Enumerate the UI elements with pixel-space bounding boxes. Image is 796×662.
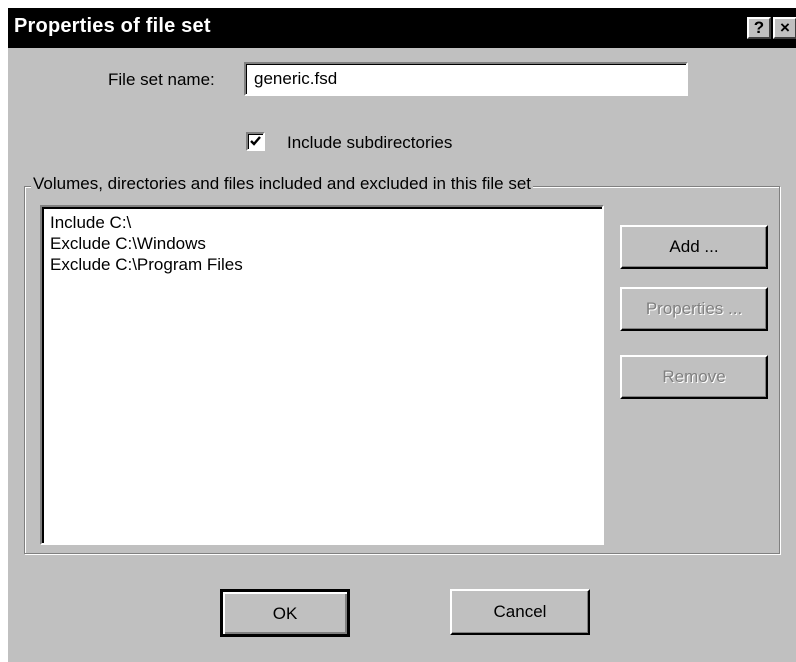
remove-button[interactable]: Remove [620, 355, 768, 399]
properties-button[interactable]: Properties ... [620, 287, 768, 331]
include-subdirectories-checkbox[interactable] [246, 132, 265, 151]
window-title: Properties of file set [14, 15, 211, 37]
file-set-name-label: File set name: [108, 70, 215, 89]
ok-button[interactable]: OK [220, 589, 350, 637]
cancel-button[interactable]: Cancel [450, 589, 590, 635]
list-item[interactable]: Include C:\ [50, 212, 602, 233]
list-item[interactable]: Exclude C:\Windows [50, 233, 602, 254]
checkmark-icon [250, 136, 261, 146]
file-set-name-input[interactable]: generic.fsd [244, 62, 688, 96]
add-button[interactable]: Add ... [620, 225, 768, 269]
close-button[interactable]: × [773, 17, 796, 39]
title-bar[interactable]: Properties of file set ? × [8, 8, 796, 48]
include-subdirectories-label[interactable]: Include subdirectories [287, 133, 452, 153]
list-item[interactable]: Exclude C:\Program Files [50, 254, 602, 275]
file-set-listbox[interactable]: Include C:\ Exclude C:\Windows Exclude C… [40, 205, 604, 545]
help-button[interactable]: ? [747, 17, 771, 39]
groupbox-legend: Volumes, directories and files included … [31, 174, 534, 194]
